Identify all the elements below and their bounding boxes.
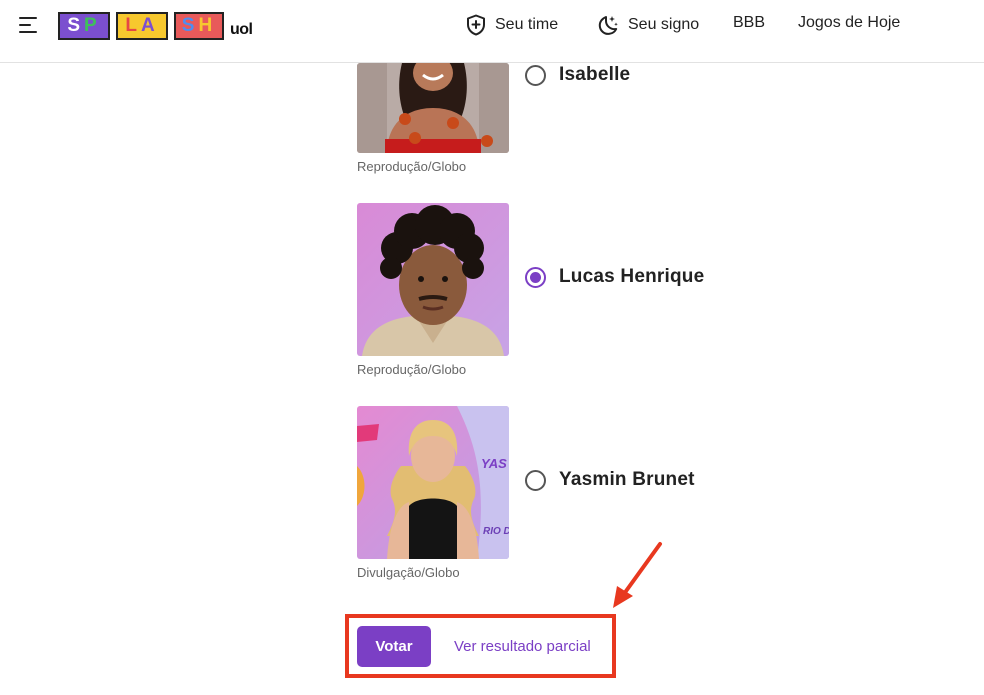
nav-seu-signo[interactable]: Seu signo bbox=[597, 14, 699, 36]
vote-button[interactable]: Votar bbox=[357, 626, 431, 667]
radio-button[interactable] bbox=[525, 469, 546, 491]
logo-block-sh: SH bbox=[174, 12, 224, 40]
svg-text:RIO D: RIO D bbox=[483, 526, 509, 537]
menu-icon[interactable] bbox=[19, 16, 39, 34]
nav-jogos-de-hoje[interactable]: Jogos de Hoje bbox=[798, 14, 900, 32]
splash-logo[interactable]: SP LA SH uol bbox=[58, 12, 253, 40]
candidate-photo-isabelle bbox=[357, 63, 509, 153]
radio-button[interactable] bbox=[525, 64, 546, 86]
photo-credit: Reprodução/Globo bbox=[357, 159, 467, 174]
nav-label: Jogos de Hoje bbox=[798, 14, 901, 31]
uol-logo: uol bbox=[230, 21, 253, 38]
radio-button[interactable] bbox=[525, 266, 546, 288]
partial-result-link[interactable]: Ver resultado parcial bbox=[454, 638, 591, 655]
nav-seu-time[interactable]: Seu time bbox=[466, 14, 558, 36]
nav-label: Seu time bbox=[495, 16, 559, 33]
annotation-arrow-icon bbox=[613, 542, 662, 608]
shield-plus-icon bbox=[467, 14, 485, 36]
option-lucas-henrique[interactable]: Lucas Henrique bbox=[525, 266, 704, 288]
photo-credit: Divulgação/Globo bbox=[357, 565, 460, 580]
candidate-photo-lucas-henrique bbox=[357, 203, 509, 356]
nav-bbb[interactable]: BBB bbox=[733, 14, 765, 32]
option-label: Yasmin Brunet bbox=[559, 469, 695, 490]
option-yasmin-brunet[interactable]: Yasmin Brunet bbox=[525, 469, 695, 491]
nav-label: Seu signo bbox=[628, 16, 700, 33]
logo-block-sp: SP bbox=[58, 12, 110, 40]
site-header: SP LA SH uol Seu time Seu signo BBB Jogo… bbox=[0, 0, 984, 63]
option-isabelle[interactable]: Isabelle bbox=[525, 64, 630, 86]
option-label: Lucas Henrique bbox=[559, 266, 705, 287]
nav-label: BBB bbox=[733, 14, 766, 31]
option-label: Isabelle bbox=[559, 64, 631, 85]
logo-block-la: LA bbox=[116, 12, 168, 40]
svg-text:YAS: YAS bbox=[481, 456, 507, 471]
photo-credit: Reprodução/Globo bbox=[357, 362, 467, 377]
moon-stars-icon bbox=[598, 16, 618, 35]
candidate-photo-yasmin-brunet: YAS RIO D bbox=[357, 406, 509, 559]
